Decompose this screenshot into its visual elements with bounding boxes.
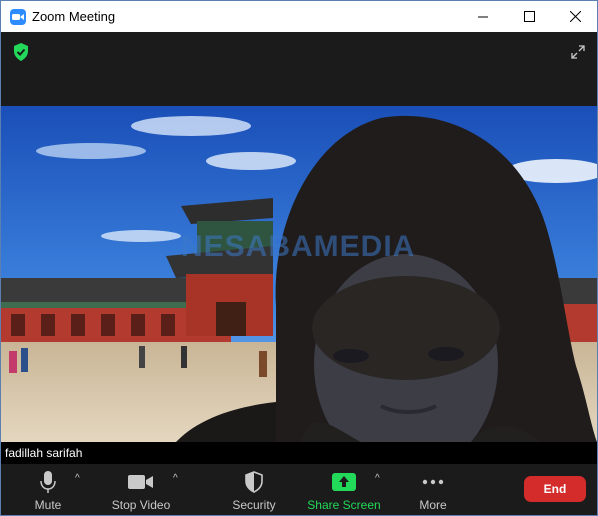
maximize-button[interactable] [506,1,552,32]
security-button[interactable]: Security [229,464,279,515]
audio-options-caret[interactable]: ^ [75,473,80,484]
mute-button[interactable]: Mute [29,464,67,515]
share-screen-icon [332,473,356,491]
security-label: Security [232,498,276,512]
more-button[interactable]: More [413,464,453,515]
zoom-meeting-window: Zoom Meeting NESABAMEDIA fadillah sarifa… [0,0,598,516]
virtual-background-image [1,106,597,442]
video-camera-icon [128,475,153,489]
close-button[interactable] [552,1,597,32]
meeting-top-bar [1,32,597,106]
security-shield-icon [245,471,263,493]
meeting-controls: Mute ^ Stop Video ^ Security Share Scree… [1,464,597,515]
zoom-app-icon [10,8,26,25]
window-title: Zoom Meeting [32,9,116,24]
encryption-shield-icon[interactable] [13,43,29,66]
microphone-icon [40,471,56,493]
minimize-icon [477,16,488,18]
maximize-icon [523,11,535,22]
expand-icon[interactable] [571,45,585,64]
end-meeting-button[interactable]: End [524,476,586,502]
watermark-text: NESABAMEDIA [181,230,416,263]
close-icon [569,11,581,22]
mute-label: Mute [34,498,62,512]
stop-video-button[interactable]: Stop Video [107,464,175,515]
minimize-button[interactable] [460,1,506,32]
share-screen-label: Share Screen [307,498,381,512]
participant-name-bar: fadillah sarifah [1,442,597,464]
video-feed: NESABAMEDIA [1,106,597,442]
stop-video-label: Stop Video [111,498,171,512]
participant-name: fadillah sarifah [5,446,83,460]
more-dots-icon [422,479,444,485]
video-options-caret[interactable]: ^ [173,473,178,484]
title-bar: Zoom Meeting [1,1,597,32]
more-label: More [419,498,447,512]
share-options-caret[interactable]: ^ [375,473,380,484]
share-screen-button[interactable]: Share Screen [306,464,382,515]
